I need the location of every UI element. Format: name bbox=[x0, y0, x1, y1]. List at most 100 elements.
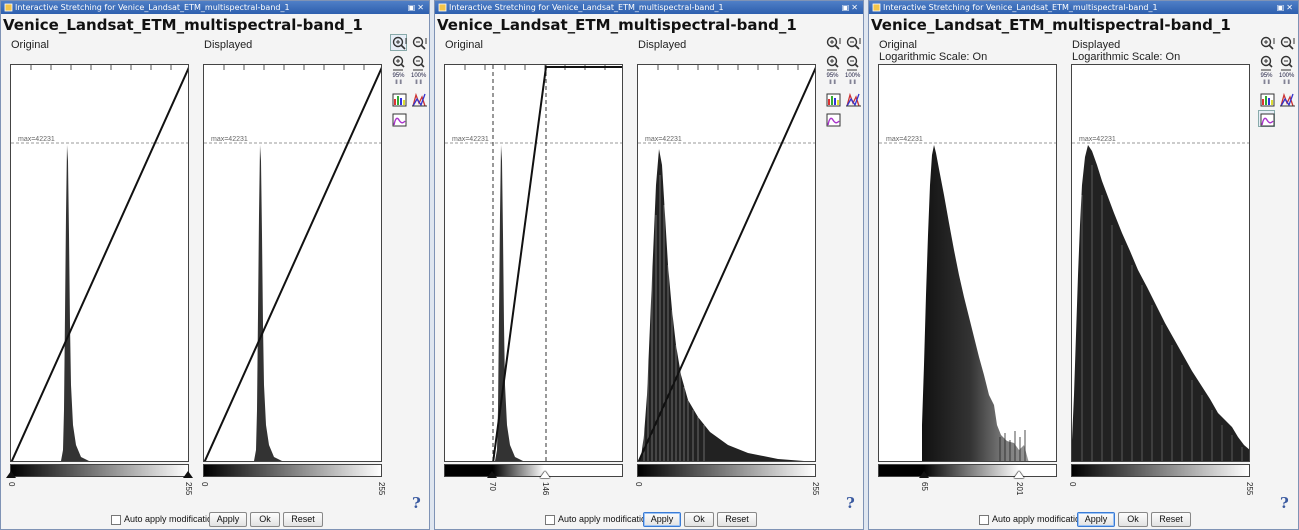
color-histogram-button[interactable] bbox=[824, 90, 841, 107]
zoom-in-vertical-button[interactable] bbox=[390, 34, 407, 51]
color-histogram-button[interactable] bbox=[1258, 90, 1275, 107]
min-slider-handle[interactable] bbox=[487, 471, 497, 478]
reset-button[interactable]: Reset bbox=[717, 512, 757, 527]
restore-icon[interactable]: ▣ bbox=[842, 3, 852, 12]
reset-button[interactable]: Reset bbox=[1151, 512, 1191, 527]
histogram-bars bbox=[254, 145, 282, 461]
original-gradient-bar[interactable] bbox=[444, 464, 623, 477]
max-label: max=42231 bbox=[645, 136, 682, 143]
zoom-in-horizontal-button[interactable] bbox=[1258, 54, 1275, 71]
auto-apply-checkbox[interactable] bbox=[979, 515, 989, 525]
original-histogram-plot[interactable]: max=42231 bbox=[444, 64, 623, 462]
rgb-histogram-icon bbox=[846, 92, 861, 107]
apply-button[interactable]: Apply bbox=[643, 512, 681, 527]
original-label: Original bbox=[445, 39, 483, 51]
transfer-curve bbox=[492, 66, 622, 461]
original-histogram-plot[interactable]: max=42231 bbox=[10, 64, 189, 462]
max-slider-handle[interactable] bbox=[183, 471, 193, 478]
displayed-histogram-plot[interactable]: max=42231 bbox=[1071, 64, 1250, 462]
zoom-out-vertical-button[interactable] bbox=[844, 34, 861, 51]
zoom-in-vertical-icon bbox=[1260, 36, 1275, 50]
log-scale-icon bbox=[1260, 113, 1275, 127]
log-scale-button[interactable] bbox=[390, 110, 407, 127]
original-gradient-bar[interactable] bbox=[878, 464, 1057, 477]
close-icon[interactable]: ✕ bbox=[417, 3, 426, 12]
original-min-value: 0 bbox=[7, 482, 16, 487]
min-slider-handle[interactable] bbox=[6, 471, 16, 478]
zoom-100-button[interactable]: 100% ǁ ǁ bbox=[1278, 72, 1295, 86]
help-icon[interactable]: ? bbox=[846, 494, 855, 512]
window-titlebar[interactable]: Interactive Stretching for Venice_Landsa… bbox=[435, 1, 863, 14]
log-scale-icon bbox=[392, 113, 407, 127]
ok-button[interactable]: Ok bbox=[684, 512, 714, 527]
range-arrows-icon: ǁ ǁ bbox=[829, 80, 836, 86]
zoom-in-vertical-button[interactable] bbox=[824, 34, 841, 51]
original-histogram-plot[interactable]: max=42231 bbox=[878, 64, 1057, 462]
close-icon[interactable]: ✕ bbox=[1286, 3, 1295, 12]
apply-button[interactable]: Apply bbox=[1077, 512, 1115, 527]
original-max-value: 146 bbox=[541, 482, 550, 496]
stretch-window-1: Interactive Stretching for Venice_Landsa… bbox=[0, 0, 430, 530]
rgb-histogram-icon bbox=[1280, 92, 1295, 107]
zoom-100-label: 100% bbox=[411, 73, 427, 79]
log-scale-button[interactable] bbox=[1258, 110, 1275, 127]
max-slider-handle[interactable] bbox=[540, 471, 550, 478]
transfer-curve bbox=[204, 67, 381, 461]
zoom-100-label: 100% bbox=[845, 73, 861, 79]
zoom-out-horizontal-button[interactable] bbox=[1278, 54, 1295, 71]
zoom-in-horizontal-button[interactable] bbox=[824, 54, 841, 71]
log-scale-button[interactable] bbox=[824, 110, 841, 127]
max-label: max=42231 bbox=[1079, 136, 1116, 143]
rgb-histogram-icon bbox=[412, 92, 427, 107]
min-slider-handle[interactable] bbox=[919, 471, 929, 478]
zoom-95-button[interactable]: 95% ǁ ǁ bbox=[390, 72, 407, 86]
image-name-heading: Venice_Landsat_ETM_multispectral-band_1 bbox=[437, 16, 797, 34]
window-titlebar[interactable]: Interactive Stretching for Venice_Landsa… bbox=[1, 1, 429, 14]
zoom-100-button[interactable]: 100% ǁ ǁ bbox=[844, 72, 861, 86]
zoom-out-horizontal-button[interactable] bbox=[844, 54, 861, 71]
zoom-100-button[interactable]: 100% ǁ ǁ bbox=[410, 72, 427, 86]
reset-button[interactable]: Reset bbox=[283, 512, 323, 527]
rgb-histogram-button[interactable] bbox=[844, 90, 861, 107]
help-icon[interactable]: ? bbox=[412, 494, 421, 512]
rgb-histogram-button[interactable] bbox=[410, 90, 427, 107]
original-max-value: 201 bbox=[1015, 482, 1024, 496]
max-slider-handle[interactable] bbox=[1014, 471, 1024, 478]
displayed-histogram-plot[interactable]: max=42231 bbox=[203, 64, 382, 462]
app-icon bbox=[4, 3, 13, 12]
color-histogram-button[interactable] bbox=[390, 90, 407, 107]
zoom-in-horizontal-button[interactable] bbox=[390, 54, 407, 71]
zoom-out-vertical-button[interactable] bbox=[410, 34, 427, 51]
bottom-bar: Auto apply modifications Apply Ok Reset bbox=[979, 511, 1194, 528]
zoom-in-vertical-icon bbox=[392, 36, 407, 50]
help-icon[interactable]: ? bbox=[1280, 494, 1289, 512]
auto-apply-checkbox[interactable] bbox=[545, 515, 555, 525]
zoom-in-horizontal-icon bbox=[1260, 55, 1273, 71]
auto-apply-label: Auto apply modifications bbox=[992, 514, 1090, 524]
restore-icon[interactable]: ▣ bbox=[408, 3, 418, 12]
window-title: Interactive Stretching for Venice_Landsa… bbox=[449, 3, 724, 12]
rgb-histogram-button[interactable] bbox=[1278, 90, 1295, 107]
window-title: Interactive Stretching for Venice_Landsa… bbox=[15, 3, 290, 12]
histogram-bars bbox=[922, 145, 1029, 461]
window-titlebar[interactable]: Interactive Stretching for Venice_Landsa… bbox=[869, 1, 1298, 14]
apply-button[interactable]: Apply bbox=[209, 512, 247, 527]
original-label: Original bbox=[11, 39, 49, 51]
zoom-out-vertical-button[interactable] bbox=[1278, 34, 1295, 51]
restore-icon[interactable]: ▣ bbox=[1277, 3, 1287, 12]
ok-button[interactable]: Ok bbox=[1118, 512, 1148, 527]
zoom-95-button[interactable]: 95% ǁ ǁ bbox=[1258, 72, 1275, 86]
original-gradient-bar[interactable] bbox=[10, 464, 189, 477]
displayed-histogram-plot[interactable]: max=42231 bbox=[637, 64, 816, 462]
zoom-95-button[interactable]: 95% ǁ ǁ bbox=[824, 72, 841, 86]
zoom-out-vertical-icon bbox=[846, 36, 861, 50]
zoom-in-vertical-button[interactable] bbox=[1258, 34, 1275, 51]
zoom-out-horizontal-button[interactable] bbox=[410, 54, 427, 71]
original-label: Original Logarithmic Scale: On bbox=[879, 39, 988, 63]
close-icon[interactable]: ✕ bbox=[851, 3, 860, 12]
transfer-curve bbox=[11, 67, 188, 461]
bottom-bar: Auto apply modifications Apply Ok Reset bbox=[111, 511, 326, 528]
ok-button[interactable]: Ok bbox=[250, 512, 280, 527]
auto-apply-checkbox[interactable] bbox=[111, 515, 121, 525]
histogram-bars bbox=[61, 145, 89, 461]
